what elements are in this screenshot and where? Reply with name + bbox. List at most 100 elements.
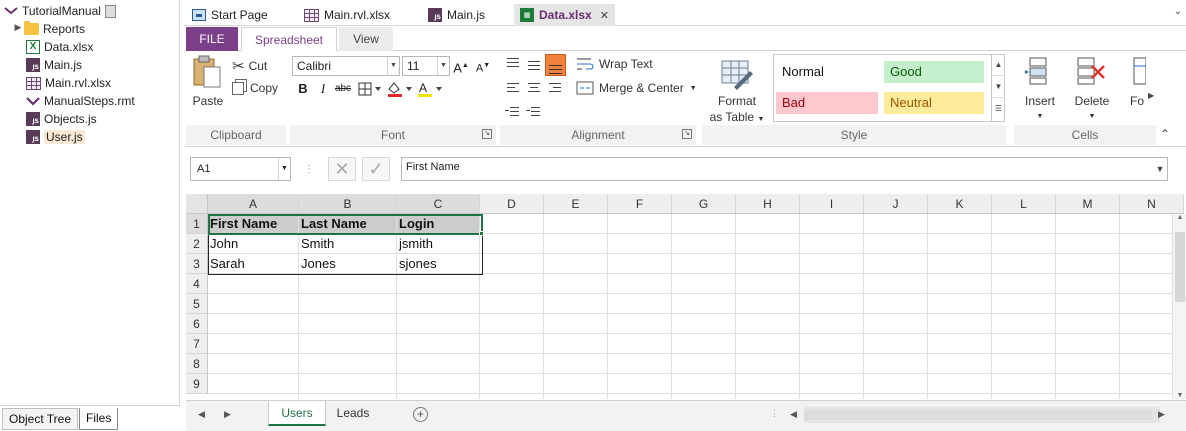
column-header-j[interactable]: J (864, 194, 928, 214)
font-name-select[interactable]: Calibri ▼ (292, 56, 400, 76)
increase-indent-icon[interactable] (525, 103, 543, 121)
row-header-9[interactable]: 9 (186, 374, 208, 394)
sheet-next-icon[interactable]: ▶ (224, 409, 231, 420)
tree-item-main-rvl-xlsx[interactable]: Main.rvl.xlsx (26, 74, 204, 92)
doc-tab-start-page[interactable]: Start Page (186, 4, 274, 26)
horizontal-scroll-thumb[interactable] (804, 410, 1152, 420)
insert-cells-icon[interactable] (1024, 56, 1054, 86)
vertical-scroll-thumb[interactable] (1175, 232, 1185, 302)
scroll-up-icon[interactable]: ▲ (1173, 214, 1186, 221)
align-bottom-icon[interactable] (545, 54, 566, 76)
doc-tab-main-js[interactable]: JS Main.js (422, 4, 491, 26)
grow-font-icon[interactable]: A▲ (452, 57, 470, 75)
tab-object-tree[interactable]: Object Tree (2, 408, 79, 430)
ribbon-tab-spreadsheet[interactable]: Spreadsheet (241, 27, 337, 51)
column-header-h[interactable]: H (736, 194, 800, 214)
column-header-b[interactable]: B (299, 194, 397, 214)
tree-item-manualsteps[interactable]: ManualSteps.rmt (26, 92, 204, 110)
delete-cells-icon[interactable] (1074, 56, 1106, 86)
chevron-down-icon[interactable]: ▼ (1153, 158, 1167, 180)
gallery-down-icon[interactable]: ▼ (992, 76, 1005, 98)
tree-root-tutorialmanual[interactable]: TutorialManual (4, 2, 182, 20)
row-header-6[interactable]: 6 (186, 314, 208, 334)
align-top-icon[interactable] (504, 55, 522, 73)
strikethrough-button[interactable]: abc (334, 80, 352, 98)
add-sheet-icon[interactable]: + (413, 407, 428, 422)
gallery-more-icon[interactable]: ☰ (992, 98, 1005, 120)
column-header-m[interactable]: M (1056, 194, 1120, 214)
column-header-f[interactable]: F (608, 194, 672, 214)
row-header-5[interactable]: 5 (186, 294, 208, 314)
style-bad[interactable]: Bad (776, 92, 878, 114)
scroll-down-icon[interactable]: ▼ (1173, 392, 1186, 399)
splitter-grip-icon[interactable]: ⋮ (770, 408, 779, 419)
ribbon-tab-file[interactable]: FILE (186, 27, 238, 51)
sheet-prev-icon[interactable]: ◀ (198, 409, 205, 420)
row-header-8[interactable]: 8 (186, 354, 208, 374)
format-as-table-icon[interactable] (720, 57, 754, 91)
cut-button[interactable]: ✂ Cut (232, 57, 267, 75)
style-normal[interactable]: Normal (776, 61, 876, 83)
paste-icon[interactable] (192, 55, 222, 89)
format-cells-icon[interactable] (1132, 56, 1146, 86)
tree-item-reports[interactable]: ▶ Reports (14, 20, 192, 38)
paste-button[interactable]: Paste (190, 93, 226, 109)
bold-button[interactable]: B (294, 80, 312, 98)
font-size-select[interactable]: 11 ▼ (402, 56, 450, 76)
format-as-table-button[interactable]: Format as Table ▼ (708, 93, 766, 128)
tree-item-data-xlsx[interactable]: X Data.xlsx (26, 38, 204, 56)
delete-button[interactable]: Delete ▼ (1070, 93, 1114, 125)
scroll-left-icon[interactable]: ◀ (790, 409, 797, 420)
doc-tab-data-xlsx[interactable]: ▦ Data.xlsx ✕ (514, 4, 615, 26)
fill-handle[interactable] (479, 231, 484, 236)
column-header-g[interactable]: G (672, 194, 736, 214)
column-header-i[interactable]: I (800, 194, 864, 214)
column-header-e[interactable]: E (544, 194, 608, 214)
select-all-corner[interactable] (186, 194, 208, 214)
tree-item-user-js[interactable]: JS User.js (26, 128, 204, 146)
insert-button[interactable]: Insert ▼ (1020, 93, 1060, 125)
row-header-7[interactable]: 7 (186, 334, 208, 354)
confirm-edit-button[interactable]: ✓ (362, 157, 390, 181)
ribbon-scroll-right-icon[interactable]: ▶ (1148, 91, 1154, 100)
fill-color-icon[interactable] (386, 80, 414, 98)
scroll-right-icon[interactable]: ▶ (1158, 409, 1165, 420)
dialog-launcher-icon[interactable]: ↘ (482, 129, 492, 139)
horizontal-scrollbar[interactable] (804, 407, 1160, 423)
style-neutral[interactable]: Neutral (884, 92, 984, 114)
italic-button[interactable]: I (314, 80, 332, 98)
align-middle-icon[interactable] (525, 55, 543, 73)
format-cells-button[interactable]: Fo (1130, 93, 1148, 109)
column-header-l[interactable]: L (992, 194, 1056, 214)
tab-files[interactable]: Files (79, 408, 119, 430)
row-header-1[interactable]: 1 (186, 214, 208, 234)
chevron-down-icon[interactable] (4, 7, 18, 15)
shrink-font-icon[interactable]: A▼ (474, 57, 492, 75)
decrease-indent-icon[interactable] (504, 103, 522, 121)
formula-bar-grip-icon[interactable]: ⋮ (304, 164, 314, 175)
tree-item-objects-js[interactable]: JS Objects.js (26, 110, 204, 128)
doc-tab-main-rvl-xlsx[interactable]: Main.rvl.xlsx (298, 4, 396, 26)
close-icon[interactable]: ✕ (600, 9, 609, 22)
gallery-up-icon[interactable]: ▲ (992, 54, 1005, 76)
align-right-icon[interactable] (546, 79, 564, 97)
column-header-k[interactable]: K (928, 194, 992, 214)
column-header-d[interactable]: D (480, 194, 544, 214)
borders-icon[interactable] (358, 82, 382, 96)
name-box[interactable]: A1 ▼ (190, 157, 291, 181)
spreadsheet-grid[interactable]: ABCDEFGHIJKLMN 123456789 First Name Last … (186, 194, 1186, 399)
align-center-icon[interactable] (525, 79, 543, 97)
style-gallery-scroller[interactable]: ▲ ▼ ☰ (991, 54, 1005, 122)
row-header-2[interactable]: 2 (186, 234, 208, 254)
column-header-c[interactable]: C (397, 194, 480, 214)
row-header-3[interactable]: 3 (186, 254, 208, 274)
copy-button[interactable]: Copy (232, 81, 278, 95)
formula-input[interactable]: First Name ▼ (401, 157, 1168, 181)
tree-item-main-js[interactable]: JS Main.js (26, 56, 204, 74)
chevron-right-icon[interactable]: ▶ (14, 22, 22, 36)
font-color-icon[interactable]: A (416, 80, 444, 98)
style-good[interactable]: Good (884, 61, 984, 83)
row-header-4[interactable]: 4 (186, 274, 208, 294)
copy-icon[interactable] (104, 4, 116, 18)
column-header-a[interactable]: A (208, 194, 299, 214)
